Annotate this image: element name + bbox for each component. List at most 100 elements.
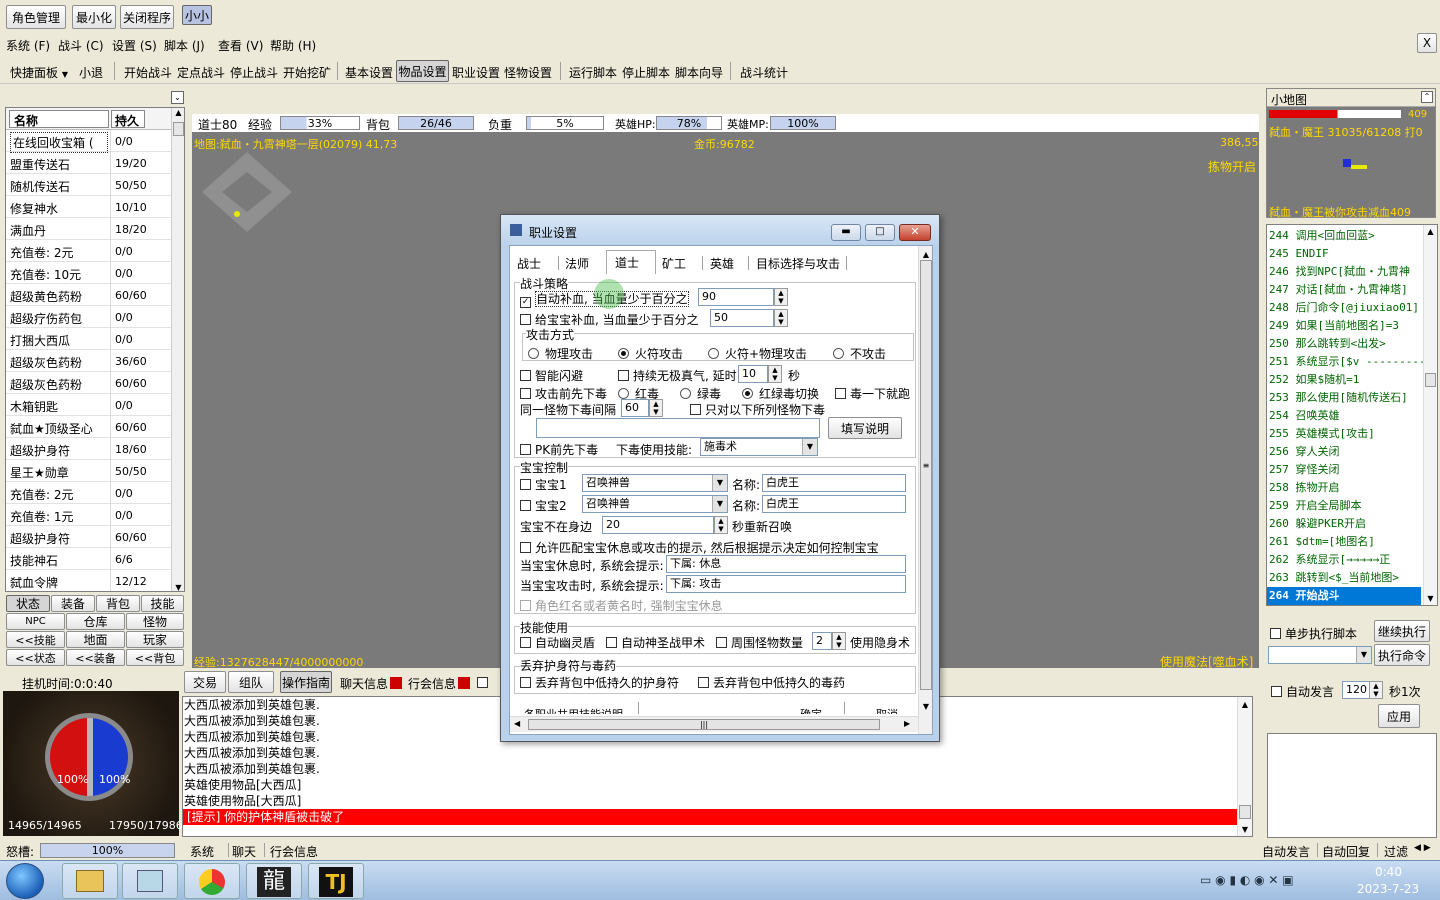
script-line[interactable]: 258 拣物开启	[1267, 479, 1421, 497]
inventory-item[interactable]: 超级护身符 60/60	[6, 526, 171, 548]
collapse-icon[interactable]: ⌃	[1421, 91, 1433, 103]
pet1-skill-dropdown[interactable]: 召唤神兽 ▼	[582, 474, 728, 492]
pet-heal-spinner[interactable]: ▲ ▼	[774, 309, 788, 327]
tab-warrior[interactable]: 战士	[517, 255, 541, 272]
script-line[interactable]: 250 那么跳转到<出发>	[1267, 335, 1421, 353]
menu-script[interactable]: 脚本 (J)	[164, 37, 205, 54]
force-rest-checkbox[interactable]: 角色红名或者黄名时, 强制宝宝休息	[520, 597, 723, 614]
pet-heal-input[interactable]: 50	[710, 309, 774, 327]
script-wizard-button[interactable]: 脚本向导	[675, 64, 723, 81]
tab-equipment[interactable]: 装备	[51, 595, 95, 612]
atk-prompt-input[interactable]: 下属: 攻击	[666, 575, 906, 593]
monster-settings-button[interactable]: 怪物设置	[504, 64, 552, 81]
inventory-item[interactable]: 随机传送石 50/50	[6, 174, 171, 196]
inventory-item[interactable]: 盟重传送石 19/20	[6, 152, 171, 174]
tab-hero[interactable]: 英雄	[710, 255, 734, 272]
tab-system[interactable]: 系统	[190, 843, 214, 860]
tab-warehouse[interactable]: 仓库	[66, 613, 125, 630]
discard-charm-checkbox[interactable]: 丢弃背包中低持久的护身符	[520, 674, 679, 691]
inventory-item[interactable]: 木箱钥匙 0/0	[6, 394, 171, 416]
pet-absent-input[interactable]: 20	[602, 516, 714, 534]
inventory-item[interactable]: 超级灰色药粉 36/60	[6, 350, 171, 372]
cancel-button[interactable]: 取消	[876, 706, 898, 714]
auto-heal-input[interactable]: 90	[698, 288, 774, 306]
minimize-button[interactable]: 最小化	[72, 5, 116, 29]
tab-scroll-arrows[interactable]: ◀ ▶	[1414, 843, 1431, 853]
ghost-shield-checkbox[interactable]: 自动幽灵盾	[520, 634, 595, 651]
script-line[interactable]: 256 穿人关闭	[1267, 443, 1421, 461]
inventory-item[interactable]: 充值卷: 1元 0/0	[6, 504, 171, 526]
script-line[interactable]: 263 跳转到<$_当前地图>	[1267, 569, 1421, 587]
inventory-item[interactable]: 修复神水 10/10	[6, 196, 171, 218]
interval-spinner[interactable]: ▲ ▼	[1369, 681, 1383, 699]
allow-match-checkbox[interactable]: 允许匹配宝宝休息或攻击的提示, 然后根据提示决定如何控制宝宝	[520, 539, 879, 556]
common-skill-button[interactable]: 各职业共用技能说明	[524, 706, 623, 714]
chat-checkbox[interactable]	[477, 677, 488, 688]
ok-button[interactable]: 确定	[800, 706, 822, 714]
run-script-button[interactable]: 运行脚本	[569, 64, 617, 81]
inventory-item[interactable]: 弑血令牌 12/12	[6, 570, 171, 591]
dialog-close-button[interactable]: ✕	[899, 224, 931, 241]
inventory-item[interactable]: 充值卷: 10元 0/0	[6, 262, 171, 284]
small-quit-button[interactable]: 小退	[79, 64, 103, 81]
radio-fire-charm[interactable]: 火符攻击	[618, 345, 683, 362]
tab-bag[interactable]: 背包	[96, 595, 140, 612]
only-listed-checkbox[interactable]: 只对以下所列怪物下毒	[690, 401, 825, 418]
around-count-spinner[interactable]: ▲ ▼	[832, 632, 846, 650]
inventory-item[interactable]: 打捆大西瓜 0/0	[6, 328, 171, 350]
apply-button[interactable]: 应用	[1378, 704, 1420, 728]
dialog-h-scrollbar[interactable]: ◀ ||| ▶	[510, 716, 918, 732]
around-count-input[interactable]: 2	[812, 632, 832, 650]
chat-info-toggle[interactable]: 聊天信息	[340, 675, 403, 692]
tab-auto-speak[interactable]: 自动发言	[1262, 843, 1310, 860]
basic-settings-button[interactable]: 基本设置	[345, 64, 393, 81]
script-line[interactable]: 262 系统显示[→→→→→正	[1267, 551, 1421, 569]
inventory-item[interactable]: 技能神石 6/6	[6, 548, 171, 570]
script-line[interactable]: 249 如果[当前地图名]=3	[1267, 317, 1421, 335]
tab-target[interactable]: 目标选择与攻击	[756, 255, 840, 272]
tab-status[interactable]: 状态	[6, 595, 50, 612]
tab-back-skills[interactable]: <<技能	[6, 631, 65, 648]
tab-chat[interactable]: 聊天	[232, 843, 256, 860]
item-settings-button[interactable]: 物品设置	[396, 60, 449, 82]
quick-panel-button[interactable]: 快捷面板 ▼	[10, 64, 68, 81]
fixed-fight-button[interactable]: 定点战斗	[177, 64, 225, 81]
tab-ground[interactable]: 地面	[66, 631, 125, 648]
close-x-button[interactable]: X	[1417, 33, 1437, 53]
script-line[interactable]: 245 ENDIF	[1267, 245, 1421, 263]
pk-poison-checkbox[interactable]: PK前先下毒	[520, 441, 598, 458]
script-line[interactable]: 248 后门命令[@jiuxiao01]	[1267, 299, 1421, 317]
pet2-name-input[interactable]: 白虎王	[762, 495, 906, 513]
browser-taskbar-icon[interactable]	[184, 863, 240, 899]
menu-settings[interactable]: 设置 (S)	[112, 37, 157, 54]
auto-speak-checkbox[interactable]: 自动发言	[1271, 683, 1334, 700]
continue-button[interactable]: 继续执行	[1374, 620, 1430, 642]
script-line[interactable]: 247 对话[弑血・九霄神塔]	[1267, 281, 1421, 299]
fight-stats-button[interactable]: 战斗统计	[740, 64, 788, 81]
menu-help[interactable]: 帮助 (H)	[270, 37, 316, 54]
script-line[interactable]: 255 英雄模式[攻击]	[1267, 425, 1421, 443]
script-line[interactable]: 264 开始战斗	[1267, 587, 1421, 605]
start-button-icon[interactable]	[6, 863, 44, 899]
tj-taskbar-icon[interactable]: TJ	[308, 863, 364, 899]
inventory-item[interactable]: 超级疗伤药包 0/0	[6, 306, 171, 328]
inventory-item[interactable]: 超级黄色药粉 60/60	[6, 284, 171, 306]
tab-back-equipment[interactable]: <<装备	[66, 649, 125, 666]
left-collapse-icon[interactable]: ⌄	[171, 91, 184, 104]
app-taskbar-icon[interactable]	[122, 863, 178, 899]
monster-list-input[interactable]	[536, 418, 820, 438]
start-fight-button[interactable]: 开始战斗	[124, 64, 172, 81]
pet1-name-input[interactable]: 白虎王	[762, 474, 906, 492]
shield-delay-spinner[interactable]: ▲ ▼	[768, 365, 782, 383]
tab-back-bag[interactable]: <<背包	[126, 649, 184, 666]
menu-fight[interactable]: 战斗 (C)	[58, 37, 104, 54]
poison-first-checkbox[interactable]: 攻击前先下毒	[520, 385, 607, 402]
script-line[interactable]: 246 找到NPC[弑血・九霄神	[1267, 263, 1421, 281]
col-durability-header[interactable]: 持久	[111, 110, 145, 128]
command-dropdown[interactable]: ▼	[1268, 646, 1372, 664]
poison-run-checkbox[interactable]: 毒一下就跑	[835, 385, 910, 402]
inventory-item[interactable]: 超级灰色药粉 60/60	[6, 372, 171, 394]
radio-switch-poison[interactable]: 红绿毒切换	[742, 385, 819, 402]
inventory-item[interactable]: 超级护身符 18/60	[6, 438, 171, 460]
holy-armor-checkbox[interactable]: 自动神圣战甲术	[606, 634, 705, 651]
